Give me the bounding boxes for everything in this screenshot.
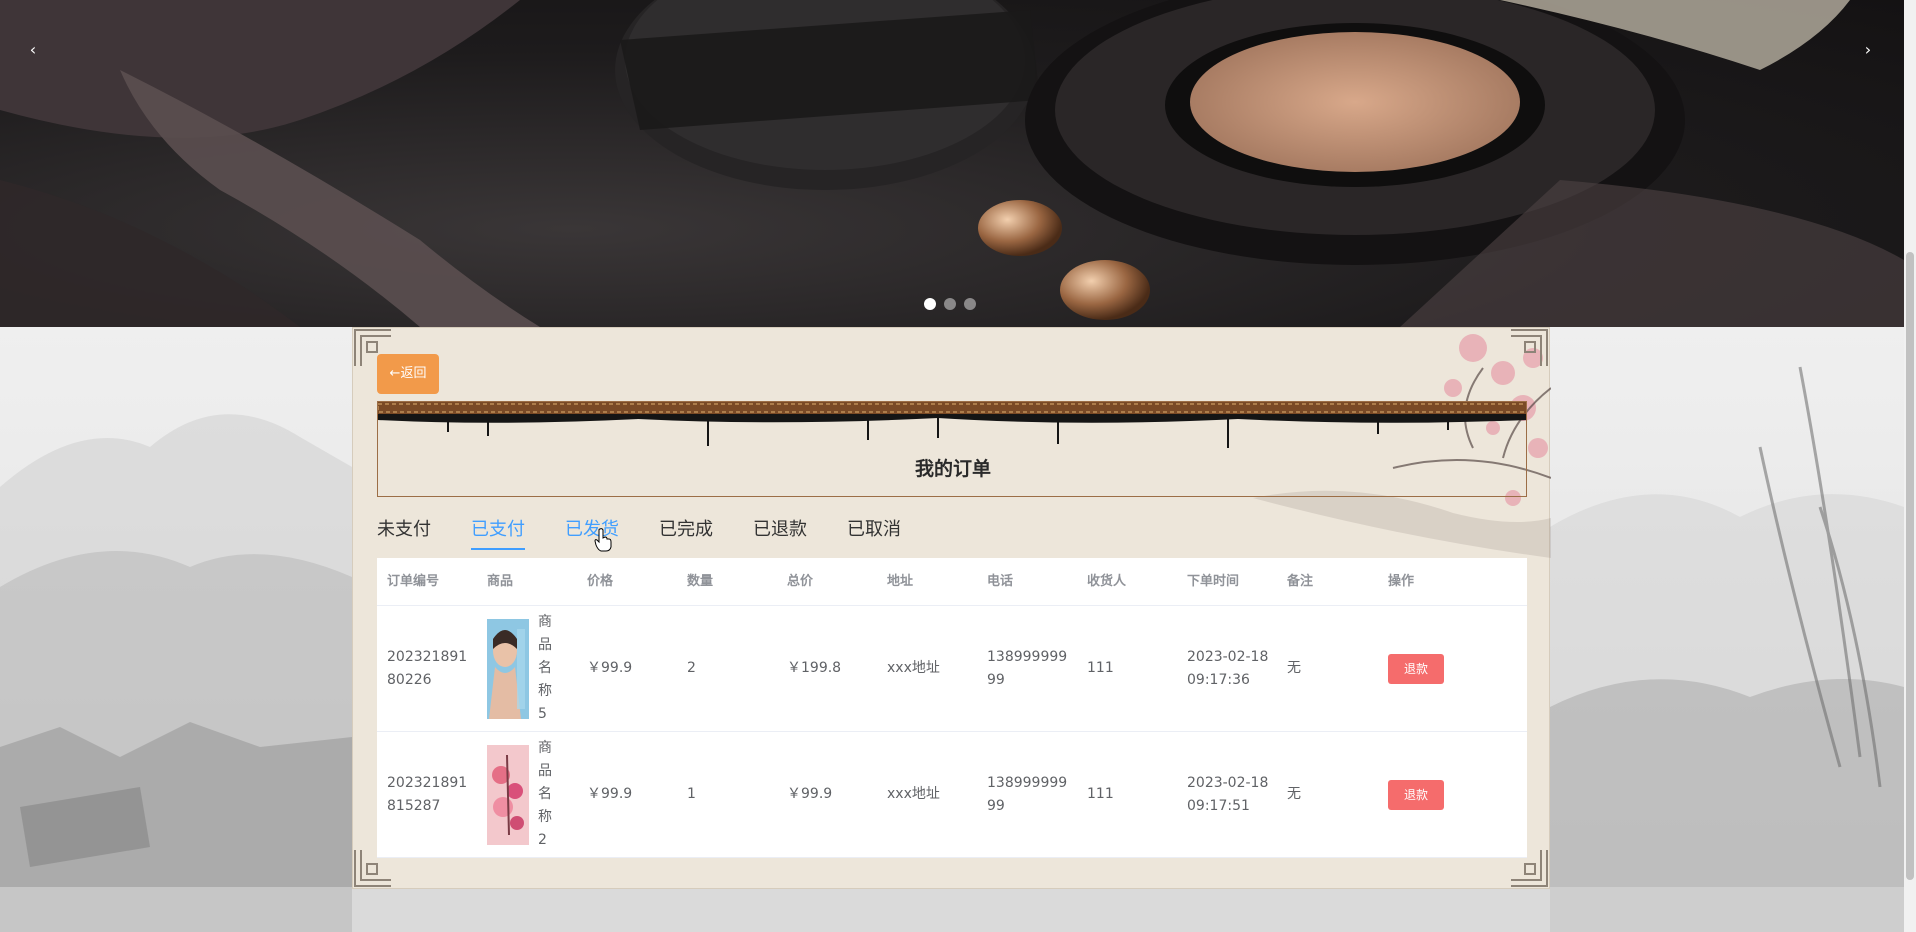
header-quantity: 数量	[687, 574, 714, 589]
address: xxx地址	[887, 660, 940, 676]
carousel-dot[interactable]	[924, 298, 936, 310]
order-no: 202321891 815287	[387, 774, 468, 814]
goods-cell: 商品名称5	[477, 611, 577, 726]
tab-paid[interactable]: 已支付	[471, 514, 525, 550]
tab-shipped[interactable]: 已发货	[565, 514, 619, 550]
corner-ornament-top-right	[1511, 329, 1548, 366]
tab-completed[interactable]: 已完成	[659, 514, 713, 550]
order-status-tabs: 未支付 已支付 已发货 已完成 已退款 已取消	[377, 514, 941, 554]
header-price: 价格	[587, 574, 614, 589]
phone: 138999999 99	[987, 648, 1068, 688]
refund-button[interactable]: 退款	[1388, 653, 1444, 684]
tab-cancelled[interactable]: 已取消	[847, 514, 901, 550]
order-panel: ←返回 我的订单 未支付 已支付 已发货 已完成 已退款 已取消 订单编号 商品…	[352, 327, 1551, 889]
refund-button[interactable]: 退款	[1388, 779, 1444, 810]
page-title: 我的订单	[914, 458, 991, 480]
quantity: 2	[687, 660, 696, 676]
receiver: 111	[1087, 786, 1114, 802]
tab-refunded[interactable]: 已退款	[753, 514, 807, 550]
header-note: 备注	[1287, 574, 1314, 589]
total: ￥99.9	[787, 786, 833, 802]
table-row: 202321891 815287 商品名称2 ￥99.9 1 ￥99.9 xxx…	[377, 732, 1527, 858]
product-thumbnail[interactable]	[487, 744, 529, 845]
address: xxx地址	[887, 786, 940, 802]
table-header: 订单编号 商品 价格 数量 总价 地址 电话 收货人 下单时间 备注 操作	[377, 558, 1527, 606]
note: 无	[1287, 786, 1301, 802]
table-row: 202321891 80226 商品名称5 ￥99.9 2 ￥199.8 xxx…	[377, 606, 1527, 732]
note: 无	[1287, 660, 1301, 676]
carousel-dot[interactable]	[964, 298, 976, 310]
carousel-dot[interactable]	[944, 298, 956, 310]
order-time: 2023-02-18 09:17:36	[1187, 648, 1269, 688]
carousel-indicators	[924, 298, 976, 310]
goods-name: 商品名称5	[538, 614, 552, 722]
header-receiver: 收货人	[1087, 574, 1127, 589]
back-button[interactable]: ←返回	[377, 354, 439, 394]
tab-unpaid[interactable]: 未支付	[377, 514, 431, 550]
total: ￥199.8	[787, 660, 842, 676]
title-frame: 我的订单	[377, 401, 1527, 497]
carousel-next-button[interactable]: ›	[1856, 38, 1880, 62]
quantity: 1	[687, 786, 696, 802]
header-phone: 电话	[987, 574, 1014, 589]
price: ￥99.9	[587, 660, 633, 676]
banner-image	[0, 0, 1904, 327]
product-thumbnail[interactable]	[487, 618, 529, 719]
goods-name: 商品名称2	[538, 740, 552, 848]
goods-cell: 商品名称2	[477, 737, 577, 852]
action-cell: 退款	[1378, 779, 1527, 810]
order-no: 202321891 80226	[387, 648, 468, 688]
banner-carousel: ‹ ›	[0, 0, 1904, 327]
ink-border-decoration	[378, 402, 1526, 448]
scrollbar-thumb[interactable]	[1906, 252, 1914, 880]
order-time: 2023-02-18 09:17:51	[1187, 774, 1269, 814]
header-action: 操作	[1388, 574, 1415, 589]
header-total: 总价	[787, 574, 814, 589]
header-goods: 商品	[487, 574, 514, 589]
carousel-prev-button[interactable]: ‹	[21, 38, 45, 62]
action-cell: 退款	[1378, 653, 1527, 684]
header-address: 地址	[887, 574, 914, 589]
header-order-time: 下单时间	[1187, 574, 1240, 589]
orders-table: 订单编号 商品 价格 数量 总价 地址 电话 收货人 下单时间 备注 操作 20…	[377, 558, 1527, 858]
price: ￥99.9	[587, 786, 633, 802]
phone: 138999999 99	[987, 774, 1068, 814]
receiver: 111	[1087, 660, 1114, 676]
header-order-no: 订单编号	[387, 574, 440, 589]
